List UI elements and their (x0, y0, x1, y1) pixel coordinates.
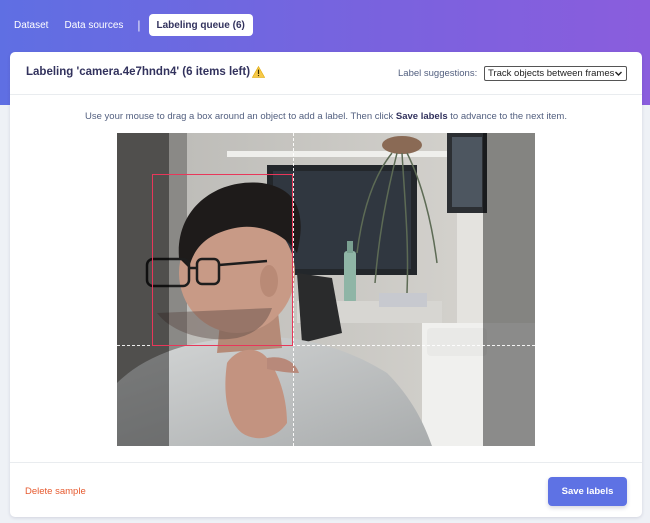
top-nav: Dataset Data sources | Labeling queue (6… (6, 14, 253, 36)
labeling-card: Labeling 'camera.4e7hndn4' (6 items left… (10, 52, 642, 517)
labeling-title: Labeling 'camera.4e7hndn4' (6 items left… (26, 66, 251, 78)
label-suggestions-value: Track objects between frames (488, 68, 615, 79)
instruction-suffix: to advance to the next item. (447, 111, 567, 122)
chevron-down-icon (615, 71, 622, 76)
save-labels-button[interactable]: Save labels (548, 477, 627, 506)
nav-separator: | (137, 18, 141, 32)
card-footer: Delete sample Save labels (10, 462, 642, 517)
instruction-bold: Save labels (395, 111, 448, 122)
label-suggestions-label: Label suggestions: (398, 68, 478, 79)
crosshair-vertical (293, 133, 294, 446)
warning-triangle-icon (252, 66, 265, 78)
label-suggestions-select[interactable]: Track objects between frames (484, 66, 627, 81)
instruction-text: Use your mouse to drag a box around an o… (10, 111, 642, 122)
instruction-prefix: Use your mouse to drag a box around an o… (85, 111, 396, 122)
tab-dataset[interactable]: Dataset (6, 14, 56, 36)
tab-labeling-queue[interactable]: Labeling queue (6) (148, 14, 253, 36)
delete-sample-link[interactable]: Delete sample (25, 486, 86, 497)
tab-data-sources[interactable]: Data sources (56, 14, 131, 36)
card-header: Labeling 'camera.4e7hndn4' (6 items left… (10, 52, 642, 95)
labeling-canvas[interactable] (117, 133, 535, 446)
bounding-box[interactable] (152, 174, 293, 346)
right-dim-overlay (483, 133, 535, 446)
